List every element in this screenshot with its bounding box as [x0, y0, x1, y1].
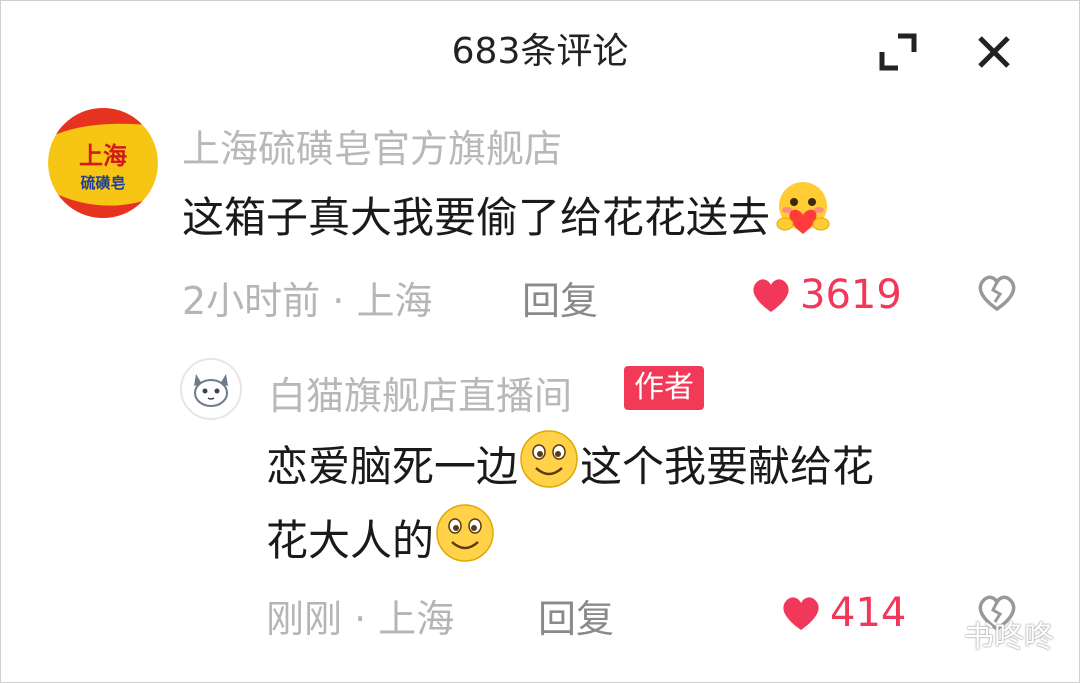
- expand-icon[interactable]: [876, 30, 920, 74]
- reply-text-part-2: 这个我要献给花: [580, 442, 875, 491]
- reply-content-line-2: 花大人的: [266, 502, 496, 585]
- like-count: 3619: [800, 272, 902, 318]
- reply-username[interactable]: 白猫旗舰店直播间: [268, 365, 572, 420]
- wechat-icon: [922, 620, 958, 648]
- reply-text-part-3: 花大人的: [266, 516, 435, 565]
- avatar[interactable]: 上海 硫磺皂: [48, 108, 158, 218]
- comment-panel: [0, 0, 1080, 683]
- reply-button[interactable]: 回复: [522, 270, 598, 325]
- reply-location: 上海: [378, 597, 455, 641]
- reply-reply-button[interactable]: 回复: [538, 588, 614, 643]
- author-badge: 作者: [624, 366, 704, 410]
- comment-meta: 2小时前 · 上海: [182, 270, 432, 325]
- smile-emoji-icon: [518, 428, 580, 511]
- reply-avatar[interactable]: [180, 358, 242, 420]
- avatar-logo-text-1: 上海: [79, 141, 127, 170]
- watermark-text: 书咚咚: [964, 620, 1054, 655]
- heart-icon: [753, 279, 789, 312]
- reply-text-part-1: 恋爱脑死一边: [266, 442, 519, 491]
- comment-location: 上海: [356, 279, 433, 323]
- reply-like-button[interactable]: 414: [780, 590, 906, 636]
- reply-meta: 刚刚 · 上海: [266, 588, 454, 643]
- comment-text: 这箱子真大我要偷了给花花送去: [182, 193, 771, 242]
- meta-separator: ·: [354, 597, 367, 641]
- meta-separator: ·: [332, 279, 345, 323]
- comment-content: 这箱子真大我要偷了给花花送去: [182, 180, 836, 261]
- hug-heart-emoji-icon: [770, 180, 836, 261]
- avatar-logo-text-2: 硫磺皂: [80, 174, 125, 192]
- reply-like-count: 414: [830, 590, 907, 636]
- reply-time: 刚刚: [266, 597, 343, 641]
- comment-username[interactable]: 上海硫磺皂官方旗舰店: [182, 118, 562, 173]
- like-button[interactable]: 3619: [750, 272, 902, 318]
- heart-icon: [783, 597, 819, 630]
- comment-time: 2小时前: [182, 279, 321, 323]
- close-icon[interactable]: [972, 30, 1016, 74]
- smile-emoji-icon: [434, 502, 496, 585]
- broken-heart-icon[interactable]: [976, 272, 1018, 314]
- reply-content-line-1: 恋爱脑死一边 这个我要献给花: [266, 428, 874, 511]
- watermark: 书咚咚: [922, 612, 1054, 656]
